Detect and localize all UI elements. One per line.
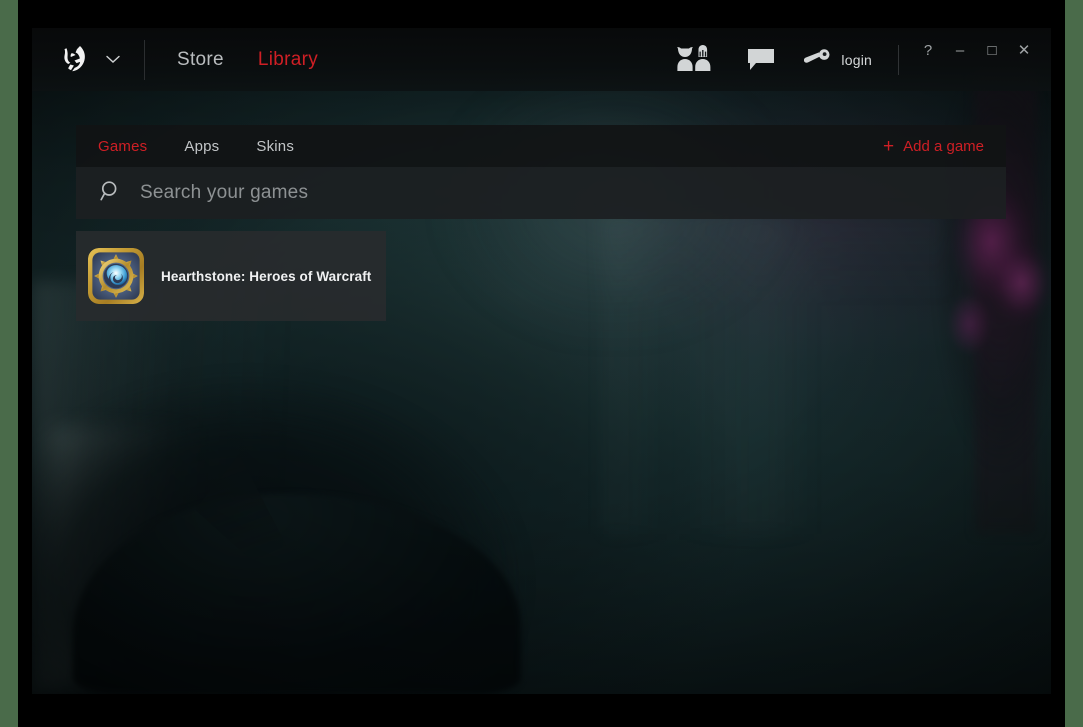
- tab-apps[interactable]: Apps: [184, 138, 219, 155]
- maximize-button[interactable]: □: [977, 36, 1007, 64]
- brand-logo-group[interactable]: [32, 44, 122, 76]
- nav-item-store[interactable]: Store: [177, 49, 224, 71]
- close-button[interactable]: ✕: [1009, 36, 1039, 64]
- help-button[interactable]: ?: [913, 36, 943, 64]
- application-window: Store Library login ? – □ ✕ Games Apps S…: [32, 28, 1051, 694]
- window-controls-divider: [898, 44, 899, 75]
- tab-skins[interactable]: Skins: [256, 138, 294, 155]
- header-actions: login ? – □ ✕: [672, 28, 1051, 91]
- chevron-down-icon[interactable]: [104, 51, 122, 69]
- search-bar[interactable]: [76, 167, 1006, 219]
- wolf-head-logo: [64, 45, 85, 71]
- chat-bubble-icon[interactable]: [746, 47, 776, 73]
- minimize-button[interactable]: –: [945, 36, 975, 64]
- game-results-list: Hearthstone: Heroes of Warcraft: [76, 219, 1006, 321]
- library-panel: Games Apps Skins + Add a game Search you…: [76, 125, 1006, 370]
- header-divider: [144, 39, 145, 80]
- plus-icon: +: [883, 135, 895, 157]
- search-icon: [100, 180, 122, 207]
- friends-characters-icon[interactable]: [672, 43, 718, 77]
- login-button[interactable]: login: [804, 49, 872, 70]
- tab-games[interactable]: Games: [98, 138, 147, 155]
- hearthstone-icon: [88, 248, 144, 304]
- key-icon: [804, 49, 831, 70]
- main-navigation: Store Library: [177, 49, 318, 71]
- library-tabs: Games Apps Skins + Add a game: [76, 125, 1006, 167]
- game-list-item[interactable]: Hearthstone: Heroes of Warcraft: [76, 231, 386, 321]
- game-title: Hearthstone: Heroes of Warcraft: [161, 268, 372, 284]
- login-label: login: [841, 51, 872, 68]
- search-input[interactable]: [140, 182, 1006, 204]
- title-bar: Store Library login ? – □ ✕: [32, 28, 1051, 91]
- window-controls: ? – □ ✕: [913, 28, 1041, 91]
- nav-item-library[interactable]: Library: [258, 49, 318, 71]
- add-game-label: Add a game: [903, 137, 984, 155]
- add-game-button[interactable]: + Add a game: [883, 137, 984, 156]
